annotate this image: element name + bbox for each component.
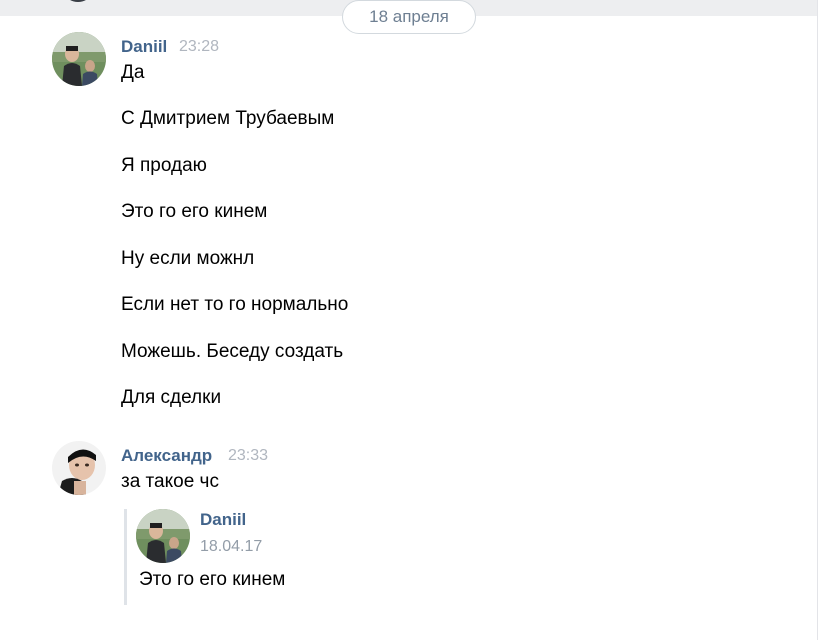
message-author[interactable]: Daniil bbox=[121, 37, 167, 57]
message-text: Я продаю bbox=[121, 155, 207, 176]
user-avatar-icon[interactable] bbox=[52, 32, 106, 86]
message-text: Для сделки bbox=[121, 387, 222, 408]
message-text: за такое чс bbox=[121, 471, 219, 492]
forwarded-author[interactable]: Daniil bbox=[200, 510, 246, 530]
message-time[interactable]: 23:28 bbox=[179, 38, 219, 56]
user-avatar-icon[interactable] bbox=[52, 441, 106, 495]
message-text: Ну если можнл bbox=[121, 248, 255, 269]
forwarded-text: Это го его кинем bbox=[139, 569, 286, 590]
message-text: Можешь. Беседу создать bbox=[121, 341, 344, 362]
message-text: С Дмитрием Трубаевым bbox=[121, 108, 335, 129]
scrollbar[interactable] bbox=[817, 0, 824, 640]
message-time[interactable]: 23:33 bbox=[228, 447, 268, 465]
message-text: Если нет то го нормально bbox=[121, 294, 349, 315]
forwarded-message-bar bbox=[124, 509, 127, 605]
forwarded-date[interactable]: 18.04.17 bbox=[200, 538, 262, 556]
date-separator: 18 апреля bbox=[342, 0, 476, 34]
message-text: Да bbox=[121, 62, 145, 83]
user-avatar-icon[interactable] bbox=[136, 509, 190, 563]
message-text: Это го его кинем bbox=[121, 201, 268, 222]
message-author[interactable]: Александр bbox=[121, 446, 212, 466]
